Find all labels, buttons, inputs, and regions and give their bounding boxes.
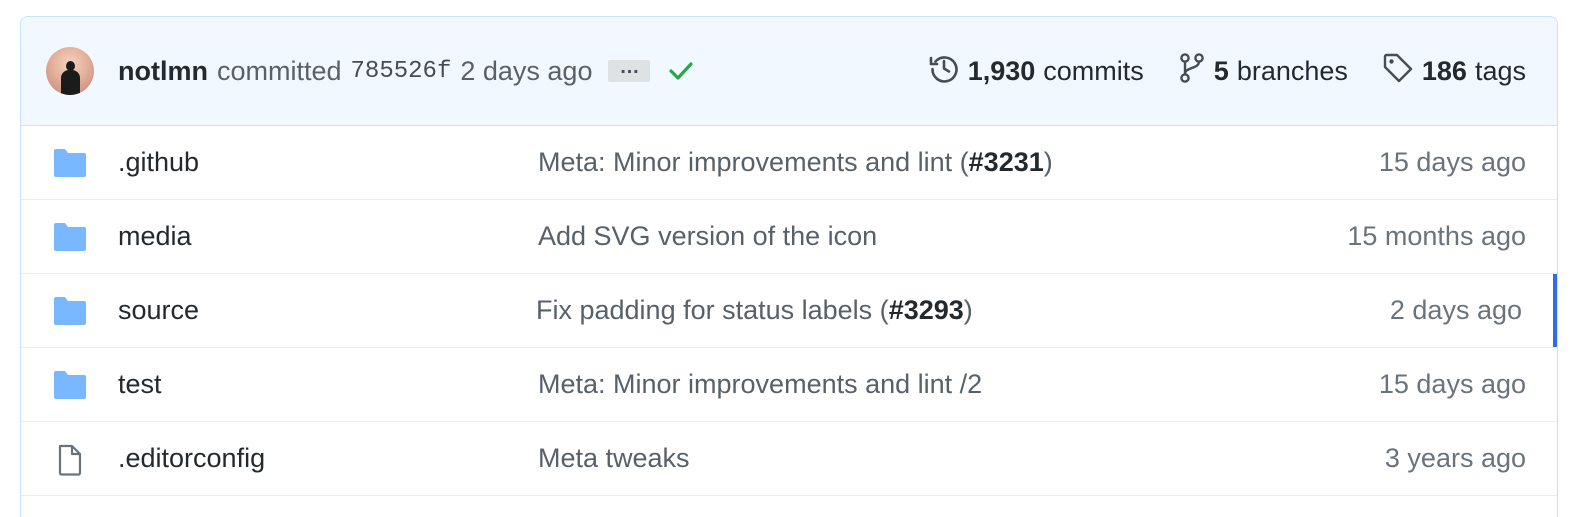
commit-header: notlmn committed 785526f 2 days ago … 1,… [21,17,1557,126]
commit-author[interactable]: notlmn [118,56,208,87]
file-row[interactable]: media Add SVG version of the icon 15 mon… [21,200,1557,274]
commit-sha[interactable]: 785526f [351,58,452,85]
commit-age: 15 days ago [1378,147,1526,177]
commit-age: 15 months ago [1347,221,1526,251]
tag-icon [1382,52,1422,91]
commits-link[interactable]: 1,930 commits [928,52,1144,91]
folder-icon [53,370,87,407]
branches-link[interactable]: 5 branches [1178,52,1348,91]
commit-message-text: Meta: Minor improvements and lint ( [538,147,969,177]
commit-message-text: Meta tweaks [538,443,690,473]
commits-label: commits [1043,55,1144,86]
folder-icon [53,296,87,333]
file-name[interactable]: .github [118,126,199,199]
latest-commit-line: notlmn committed 785526f 2 days ago … [118,17,694,125]
repo-stats: 1,930 commits 5 branches 186 tags [894,17,1526,125]
file-row[interactable]: .editorconfig Meta tweaks 3 years ago [21,422,1557,496]
file-row[interactable]: .github Meta: Minor improvements and lin… [21,126,1557,200]
commit-age: 15 days ago [1378,369,1526,399]
commit-message[interactable]: Meta: Minor improvements and lint /2 [538,348,982,421]
issue-link[interactable]: #3293 [889,295,964,325]
commit-message-end: ) [1043,147,1053,177]
folder-icon [53,222,87,259]
file-row[interactable]: source Fix padding for status labels (#3… [21,274,1557,348]
commit-age: 3 years ago [1384,443,1526,473]
branches-count: 5 [1213,55,1229,86]
commit-action: committed [216,55,342,86]
commit-message-end: ) [963,295,973,325]
history-icon [928,52,968,91]
commit-message[interactable]: Add SVG version of the icon [538,200,877,273]
tags-count: 186 [1421,55,1467,86]
commits-count: 1,930 [967,55,1036,86]
git-branch-icon [1178,52,1214,91]
commit-message-text: Add SVG version of the icon [538,221,878,251]
file-name[interactable]: media [118,200,192,273]
file-name[interactable]: source [118,274,199,347]
commit-message[interactable]: Meta tweaks [538,422,690,495]
branches-label: branches [1236,55,1348,86]
file-browser: notlmn committed 785526f 2 days ago … 1,… [20,16,1558,517]
commit-age: 2 days ago [1389,295,1522,325]
issue-link[interactable]: #3231 [969,147,1044,177]
expand-commit-message-button[interactable]: … [608,57,651,82]
avatar[interactable] [46,47,94,95]
commit-message-text: Meta: Minor improvements and lint /2 [538,369,983,399]
commit-message[interactable]: Fix padding for status labels (#3293) [536,274,973,347]
tags-label: tags [1474,55,1526,86]
file-icon [53,444,87,483]
file-row[interactable]: test Meta: Minor improvements and lint /… [21,348,1557,422]
commit-message[interactable]: Meta: Minor improvements and lint (#3231… [538,126,1053,199]
tags-link[interactable]: 186 tags [1382,52,1526,91]
file-name[interactable]: test [118,348,162,421]
commit-message-text: Fix padding for status labels ( [536,295,889,325]
commit-time: 2 days ago [460,55,593,86]
folder-icon [53,148,87,185]
file-name[interactable]: .editorconfig [118,422,265,495]
check-icon[interactable] [668,60,694,82]
avatar-silhouette-body [61,70,80,95]
